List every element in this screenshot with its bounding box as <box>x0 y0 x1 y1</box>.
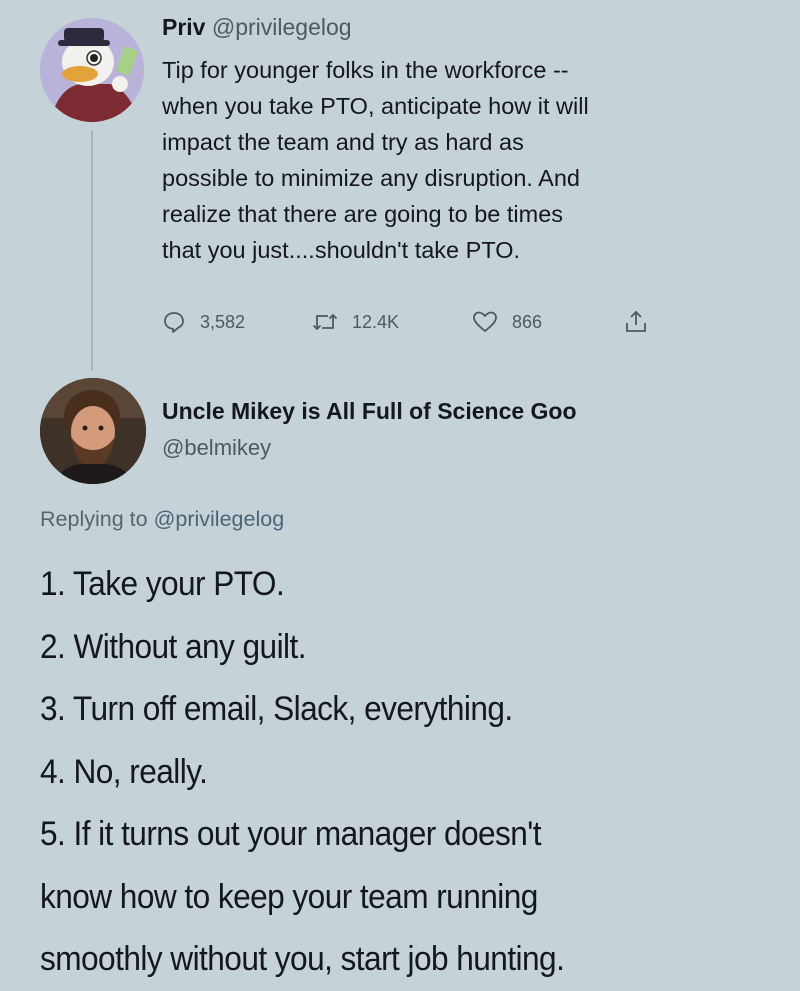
tweet-text: Tip for younger folks in the workforce -… <box>162 57 589 263</box>
like-icon <box>472 310 498 334</box>
reply-line-4: 4. No, really. <box>40 752 208 791</box>
reply-button[interactable]: 3,582 <box>162 308 245 336</box>
reply-author-handle[interactable]: @belmikey <box>162 431 577 465</box>
original-tweet[interactable]: Priv @privilegelog Tip for younger folks… <box>162 10 772 268</box>
reply-line-2: 2. Without any guilt. <box>40 627 307 666</box>
avatar-priv[interactable] <box>40 18 144 122</box>
replying-to-line: Replying to @privilegelog <box>40 504 284 534</box>
author-display-name[interactable]: Priv <box>162 14 205 40</box>
person-avatar-image <box>40 378 146 484</box>
retweet-button[interactable]: 12.4K <box>312 308 399 336</box>
reply-line-1: 1. Take your PTO. <box>40 565 285 603</box>
like-count: 866 <box>512 311 543 332</box>
reply-line-7: smoothly without you, start job hunting. <box>40 940 565 978</box>
share-icon <box>624 309 648 335</box>
thread-connector-line <box>91 130 93 370</box>
reply-icon <box>162 310 186 334</box>
reply-line-5: 5. If it turns out your manager doesn't <box>40 815 542 853</box>
duck-avatar-image <box>40 18 144 122</box>
retweet-icon <box>312 310 338 334</box>
reply-author-display-name[interactable]: Uncle Mikey is All Full of Science Goo <box>162 394 577 428</box>
replying-to-prefix: Replying to <box>40 507 148 531</box>
reply-count: 3,582 <box>200 311 246 332</box>
author-handle[interactable]: @privilegelog <box>212 14 352 40</box>
avatar-belmikey[interactable] <box>40 378 146 484</box>
reply-line-6: know how to keep your team running <box>40 877 538 916</box>
retweet-count: 12.4K <box>352 311 400 332</box>
replying-to-mention[interactable]: @privilegelog <box>154 507 285 531</box>
reply-line-3: 3. Turn off email, Slack, everything. <box>40 690 513 728</box>
reply-author[interactable]: Uncle Mikey is All Full of Science Goo @… <box>162 394 577 465</box>
like-button[interactable]: 866 <box>472 308 542 336</box>
tweet-author-row: Priv @privilegelog <box>162 10 772 44</box>
reply-body: 1. Take your PTO. 2. Without any guilt. … <box>40 553 790 991</box>
share-button[interactable] <box>624 308 648 336</box>
